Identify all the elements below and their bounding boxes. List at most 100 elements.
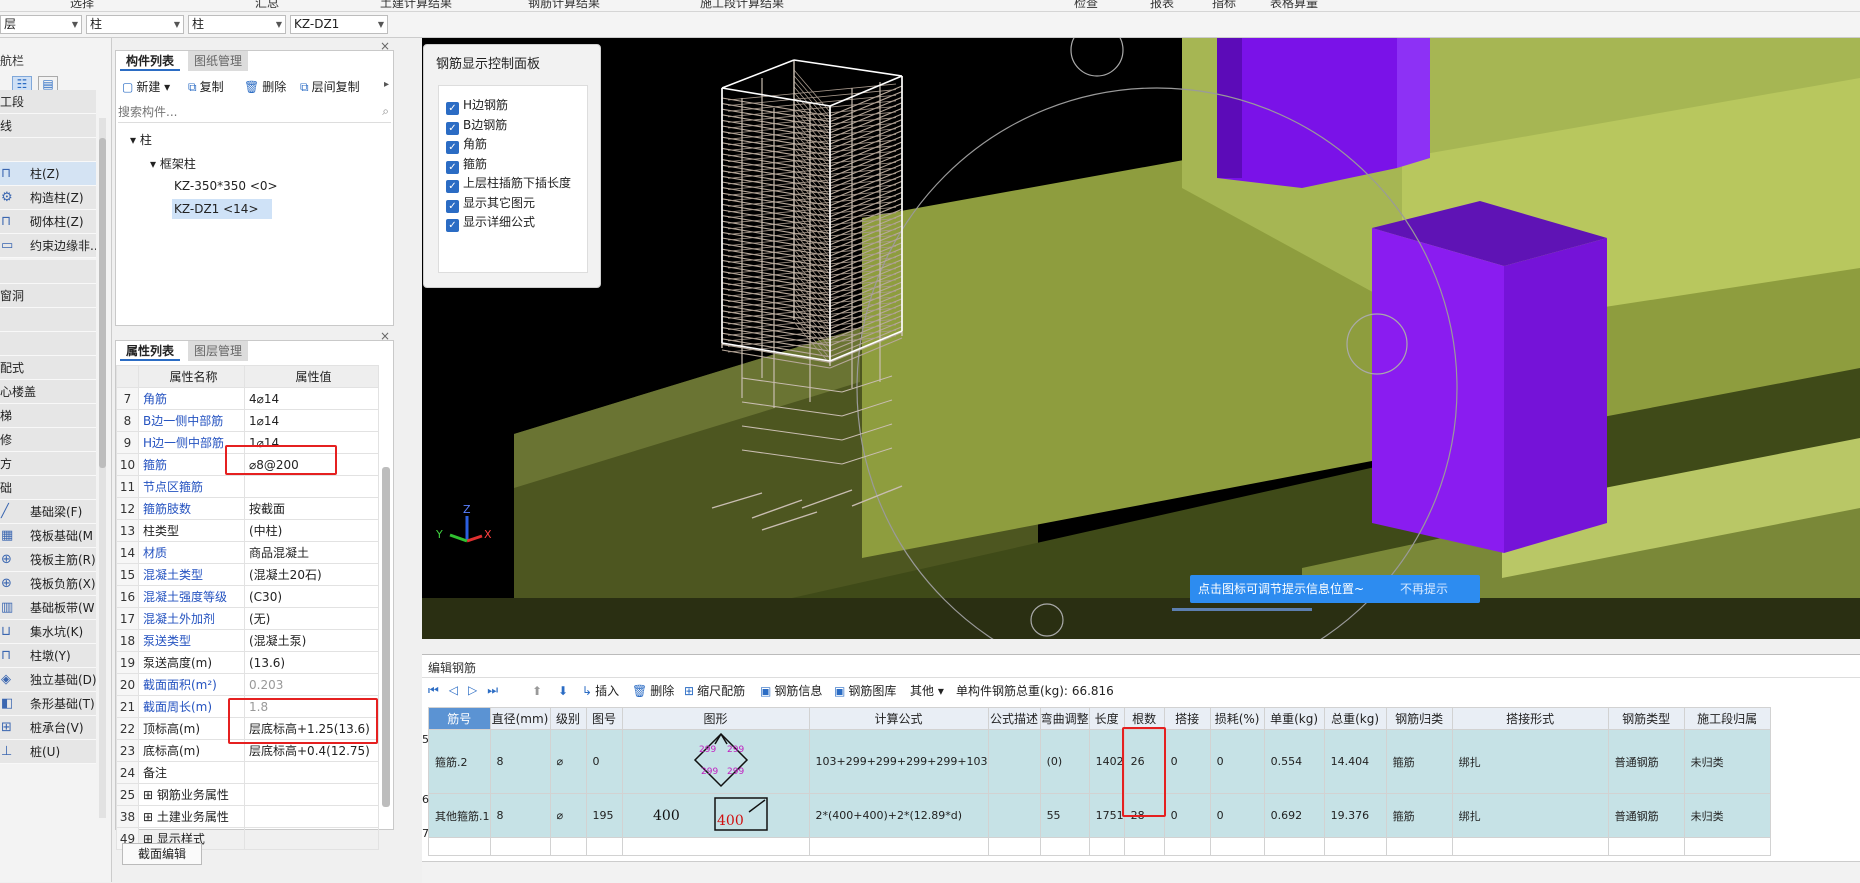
column-header[interactable]: 级别 xyxy=(549,707,587,730)
close-icon[interactable]: × xyxy=(380,39,390,53)
nav-item[interactable]: ⚙ 构造柱(Z) xyxy=(0,186,96,210)
column-header[interactable]: 钢筋归类 xyxy=(1385,707,1453,730)
cell-cat[interactable]: 箍筋 xyxy=(1385,793,1453,838)
column-header[interactable]: 损耗(%) xyxy=(1209,707,1265,730)
property-row[interactable]: 19 泵送高度(m) (13.6) xyxy=(116,651,379,674)
property-row[interactable]: 8 B边一侧中部筋 1⌀14 xyxy=(116,409,379,432)
nav-item[interactable] xyxy=(0,138,96,162)
cell-form[interactable]: 绑扎 xyxy=(1451,793,1609,838)
nav-arrows[interactable]: ⏮◁▷⏭ xyxy=(428,683,508,698)
display-option-checkbox[interactable]: ✓ 显示详细公式 xyxy=(446,214,535,232)
cell-len[interactable]: 1402 xyxy=(1088,729,1125,794)
ribbon-tab[interactable]: 施工段计算结果 xyxy=(700,0,784,11)
tree-root[interactable]: ▾ 柱 xyxy=(130,131,152,148)
nav-item[interactable]: 工段 xyxy=(0,90,96,114)
nav-item[interactable]: ◈ 独立基础(D) xyxy=(0,668,96,692)
search-box[interactable]: ⌕ xyxy=(118,103,391,123)
table-row[interactable]: 箍筋.2 8 ⌀ 0 299 299 299 299 103+299+299+299+299+1… xyxy=(428,729,1771,794)
floor-select[interactable]: 层 ▼ xyxy=(0,15,82,34)
property-value[interactable]: (混凝土泵) xyxy=(244,629,379,652)
column-header[interactable]: 单重(kg) xyxy=(1263,707,1325,730)
cell-loss[interactable]: 0 xyxy=(1209,729,1265,794)
cell-desc[interactable] xyxy=(987,793,1041,838)
column-header[interactable]: 公式描述 xyxy=(987,707,1041,730)
ribbon-tab[interactable]: 土建计算结果 xyxy=(380,0,452,11)
cell-shape[interactable]: 299 299 299 299 xyxy=(621,729,810,794)
tab-property-list[interactable]: 属性列表 xyxy=(120,341,181,361)
property-value[interactable] xyxy=(244,761,379,784)
ribbon-tab[interactable]: 选择 xyxy=(70,0,94,11)
property-row[interactable]: 7 角筋 4⌀14 xyxy=(116,387,379,410)
nav-item[interactable]: ⊥ 桩(U) xyxy=(0,740,96,764)
property-value[interactable]: 0.203 xyxy=(244,673,379,696)
new-button[interactable]: ▢ 新建 ▾ xyxy=(122,79,170,95)
column-header[interactable]: 图号 xyxy=(585,707,623,730)
display-option-checkbox[interactable]: ✓ 上层柱插筋下插长度 xyxy=(446,175,571,193)
tree-item-selected[interactable]: KZ-DZ1 <14> xyxy=(172,199,272,219)
property-row[interactable]: 17 混凝土外加剂 (无) xyxy=(116,607,379,630)
cell-dia[interactable]: 8 xyxy=(489,729,551,794)
column-header[interactable]: 搭接形式 xyxy=(1451,707,1609,730)
nav-item[interactable]: ⊞ 桩承台(V) xyxy=(0,716,96,740)
nav-item[interactable] xyxy=(0,260,96,284)
property-value[interactable]: (C30) xyxy=(244,585,379,608)
cell-grade[interactable]: ⌀ xyxy=(549,793,587,838)
copy-button[interactable]: ⧉ 复制 xyxy=(188,79,224,95)
nav-item[interactable]: 础 xyxy=(0,476,96,500)
nav-item[interactable]: ◧ 条形基础(T) xyxy=(0,692,96,716)
cell-fig[interactable]: 0 xyxy=(585,729,623,794)
property-scrollbar[interactable] xyxy=(382,467,390,807)
property-value[interactable] xyxy=(244,827,379,850)
property-value[interactable] xyxy=(244,475,379,498)
ribbon-tab[interactable]: 汇总 xyxy=(255,0,279,11)
column-header[interactable]: 直径(mm) xyxy=(489,707,551,730)
cell-grade[interactable]: ⌀ xyxy=(549,729,587,794)
column-header[interactable]: 总重(kg) xyxy=(1323,707,1387,730)
column-header[interactable]: 图形 xyxy=(621,707,810,730)
delete-button[interactable]: 🗑 删除 xyxy=(244,79,286,95)
nav-item[interactable]: 修 xyxy=(0,428,96,452)
nav-item[interactable]: ⊔ 集水坑(K) xyxy=(0,620,96,644)
floor-copy-button[interactable]: ⧉ 层间复制 xyxy=(300,79,360,95)
cell-form[interactable]: 绑扎 xyxy=(1451,729,1609,794)
property-value[interactable] xyxy=(244,783,379,806)
property-value[interactable]: 4⌀14 xyxy=(244,387,379,410)
nav-item[interactable]: 方 xyxy=(0,452,96,476)
column-header[interactable]: 施工段归属 xyxy=(1683,707,1771,730)
cell-unit[interactable]: 0.554 xyxy=(1263,729,1325,794)
column-header[interactable]: 筋号 xyxy=(428,707,491,730)
property-row[interactable]: 15 混凝土类型 (混凝土20石) xyxy=(116,563,379,586)
nav-item[interactable]: ⊓ 柱墩(Y) xyxy=(0,644,96,668)
cell-name[interactable]: 其他箍筋.1 xyxy=(428,793,491,838)
cell-name[interactable]: 箍筋.2 xyxy=(428,729,491,794)
nav-item[interactable] xyxy=(0,308,96,332)
cell-lap[interactable]: 0 xyxy=(1163,729,1211,794)
tab-layer-manage[interactable]: 图层管理 xyxy=(188,341,249,361)
cell-unit[interactable]: 0.692 xyxy=(1263,793,1325,838)
nav-item[interactable]: 心楼盖 xyxy=(0,380,96,404)
ribbon-tab[interactable]: 检查 xyxy=(1074,0,1098,11)
property-row[interactable]: 12 箍筋肢数 按截面 xyxy=(116,497,379,520)
subtype-select[interactable]: 柱 ▼ xyxy=(188,15,286,34)
tree-group[interactable]: ▾ 框架柱 xyxy=(150,155,196,172)
display-option-checkbox[interactable]: ✓ 角筋 xyxy=(446,136,487,154)
property-value[interactable]: (中柱) xyxy=(244,519,379,542)
ribbon-tab[interactable]: 指标 xyxy=(1212,0,1236,11)
ribbon-tab[interactable]: 表格算量 xyxy=(1270,0,1318,11)
other-menu[interactable]: 其他 ▾ xyxy=(910,683,944,699)
nav-item[interactable]: ⊕ 筏板负筋(X) xyxy=(0,572,96,596)
property-value[interactable]: 按截面 xyxy=(244,497,379,520)
property-row[interactable]: 16 混凝土强度等级 (C30) xyxy=(116,585,379,608)
cell-type[interactable]: 普通钢筋 xyxy=(1607,793,1685,838)
cell-formula[interactable]: 2*(400+400)+2*(12.89*d) xyxy=(808,793,989,838)
cell-type[interactable]: 普通钢筋 xyxy=(1607,729,1685,794)
tab-drawing-manage[interactable]: 图纸管理 xyxy=(188,51,249,71)
property-value[interactable]: (13.6) xyxy=(244,651,379,674)
cell-dia[interactable]: 8 xyxy=(489,793,551,838)
nav-item[interactable]: ▭ 约束边缘非... xyxy=(0,234,96,258)
nav-item[interactable]: ▥ 基础板带(W xyxy=(0,596,96,620)
nav-item[interactable]: 窗洞 xyxy=(0,284,96,308)
nav-item[interactable]: 梯 xyxy=(0,404,96,428)
property-row[interactable]: 20 截面面积(m²) 0.203 xyxy=(116,673,379,696)
column-header[interactable]: 计算公式 xyxy=(808,707,989,730)
